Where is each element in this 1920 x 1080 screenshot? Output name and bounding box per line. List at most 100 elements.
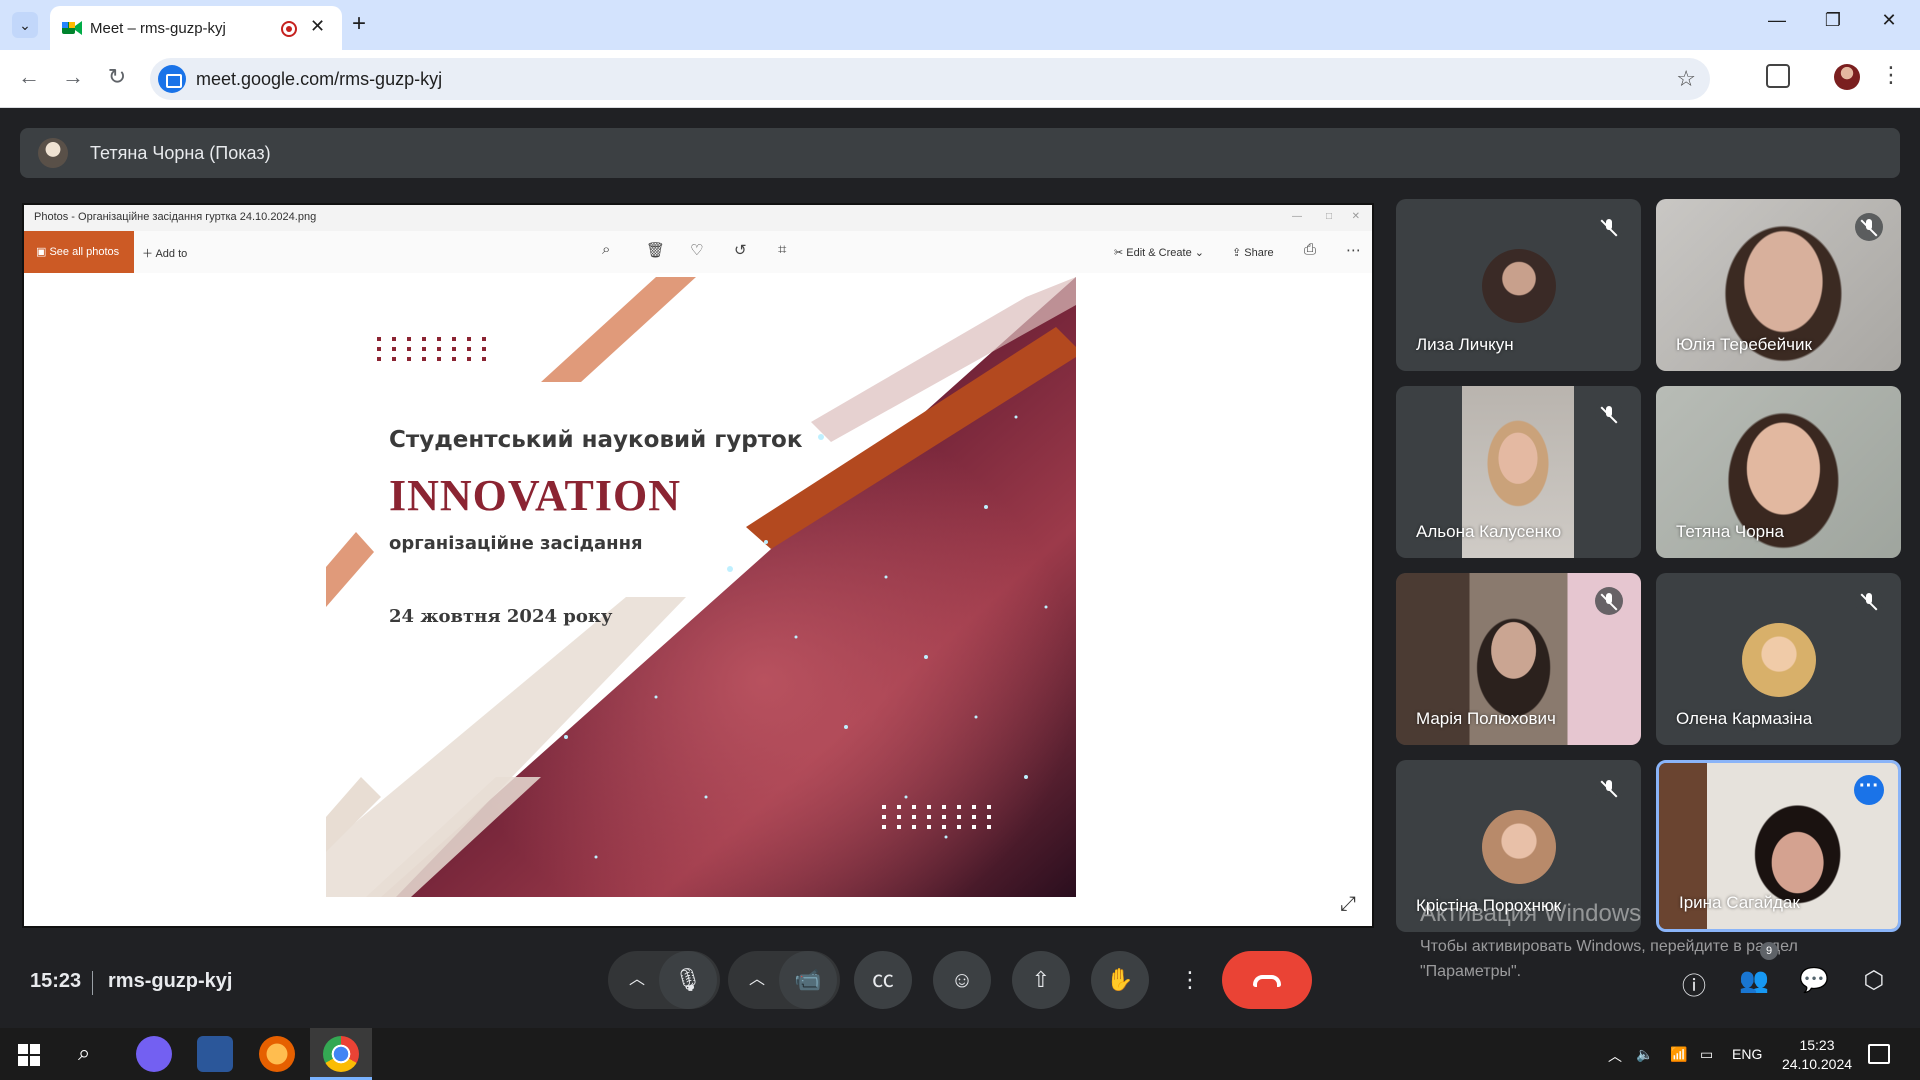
emoji-reactions-button[interactable]: ☺ bbox=[933, 951, 991, 1009]
participant-tile[interactable]: Тетяна Чорна bbox=[1656, 386, 1901, 558]
presenter-label: Тетяна Чорна (Показ) bbox=[90, 143, 271, 163]
meet-favicon-icon bbox=[62, 21, 82, 35]
video-settings-chevron-icon[interactable]: ︿ bbox=[737, 951, 777, 1009]
expand-icon: ⤢ bbox=[1340, 893, 1356, 915]
participant-tile[interactable]: Альона Калусенко bbox=[1396, 386, 1641, 558]
restore-window-button[interactable]: ❐ bbox=[1818, 10, 1848, 31]
peach-stripe-top bbox=[541, 277, 696, 382]
photos-minimize-icon: — bbox=[1292, 211, 1302, 222]
participant-name: Олена Кармазіна bbox=[1676, 709, 1813, 728]
site-info-icon[interactable] bbox=[158, 65, 186, 93]
participant-tile[interactable]: Марія Полюхович bbox=[1396, 573, 1641, 745]
browser-toolbar: ← → ↻ meet.google.com/rms-guzp-kyj ☆ ⋮ bbox=[0, 50, 1920, 108]
present-screen-button[interactable]: ⇧ bbox=[1012, 951, 1070, 1009]
profile-avatar[interactable] bbox=[1834, 64, 1860, 90]
see-all-photos-button: ▣ See all photos bbox=[24, 231, 134, 273]
start-button[interactable] bbox=[18, 1044, 40, 1066]
favorite-heart-icon: ♡ bbox=[690, 242, 704, 259]
add-to-button: ＋ Add to bbox=[142, 248, 188, 260]
search-icon[interactable]: ⌕ bbox=[78, 1040, 90, 1066]
forward-arrow-icon[interactable]: → bbox=[58, 64, 88, 90]
audio-settings-chevron-icon[interactable]: ︿ bbox=[617, 951, 657, 1009]
photos-window-title: Photos - Організаційне засідання гуртка … bbox=[34, 211, 317, 223]
word-app-icon[interactable] bbox=[197, 1036, 233, 1072]
address-bar[interactable]: meet.google.com/rms-guzp-kyj ☆ bbox=[150, 58, 1710, 100]
slide-subtitle: організаційне засідання bbox=[389, 533, 643, 554]
participant-name: Юлія Теребейчик bbox=[1676, 335, 1812, 354]
shared-screen: Photos - Організаційне засідання гуртка … bbox=[22, 203, 1374, 928]
back-arrow-icon[interactable]: ← bbox=[14, 64, 44, 90]
participant-tile[interactable]: Юлія Теребейчик bbox=[1656, 199, 1901, 371]
clock-time: 15:23 bbox=[1799, 1037, 1835, 1053]
participant-name: Лиза Личкун bbox=[1416, 335, 1514, 354]
presenter-bar: Тетяна Чорна (Показ) bbox=[20, 128, 1900, 178]
mic-off-icon bbox=[1595, 213, 1623, 241]
taskbar-clock[interactable]: 15:23 24.10.2024 bbox=[1772, 1036, 1862, 1074]
presentation-slide: Студентський науковий гурток INNOVATION … bbox=[326, 277, 1076, 897]
people-icon[interactable]: 👥 bbox=[1739, 966, 1769, 996]
photos-close-icon: ✕ bbox=[1351, 211, 1360, 222]
leave-call-button[interactable] bbox=[1222, 951, 1312, 1009]
captions-button[interactable]: ㏄ bbox=[854, 951, 912, 1009]
battery-icon[interactable]: ▭ bbox=[1700, 1046, 1713, 1063]
windows-taskbar: ⌕ ︿ 🔈 📶 ▭ ENG 15:23 24.10.2024 bbox=[0, 1028, 1920, 1080]
share-button: ⇪ Share bbox=[1232, 247, 1274, 259]
raise-hand-button[interactable]: ✋ bbox=[1091, 951, 1149, 1009]
slide-heading: Студентський науковий гурток bbox=[389, 427, 803, 453]
activation-watermark-title: Активация Windows bbox=[1420, 900, 1642, 927]
edit-create-label: Edit & Create bbox=[1126, 247, 1192, 259]
minimize-window-button[interactable]: — bbox=[1762, 10, 1792, 31]
tab-search-button[interactable]: ⌄ bbox=[12, 12, 38, 38]
bookmark-star-icon[interactable]: ☆ bbox=[1676, 66, 1696, 92]
viber-app-icon[interactable] bbox=[136, 1036, 172, 1072]
chat-icon[interactable]: 💬 bbox=[1799, 966, 1829, 996]
participant-name: Альона Калусенко bbox=[1416, 522, 1562, 541]
browser-tab-strip: ⌄ Meet – rms-guzp-kyj ✕ + — ❐ ✕ bbox=[0, 0, 1920, 50]
network-icon[interactable]: 📶 bbox=[1670, 1046, 1687, 1063]
participant-name: Ірина Сагайдак bbox=[1679, 893, 1800, 912]
activities-icon[interactable]: ⬡ bbox=[1859, 966, 1889, 996]
people-count-badge: 9 bbox=[1760, 942, 1778, 960]
participant-tile[interactable]: Олена Кармазіна bbox=[1656, 573, 1901, 745]
mic-off-icon bbox=[1855, 213, 1883, 241]
more-options-icon[interactable]: ··· bbox=[1854, 775, 1884, 805]
mic-off-icon bbox=[1595, 400, 1623, 428]
participant-tile-active[interactable]: ··· Ірина Сагайдак bbox=[1656, 760, 1901, 932]
participant-tile[interactable]: Лиза Личкун bbox=[1396, 199, 1641, 371]
crop-icon: ⌗ bbox=[778, 241, 787, 258]
rotate-icon: ↺ bbox=[734, 242, 747, 259]
browser-menu-icon[interactable]: ⋮ bbox=[1880, 62, 1902, 88]
photos-toolbar: ▣ See all photos ＋ Add to ⌕ 🗑 ♡ ↺ ⌗ ✂ Ed… bbox=[24, 231, 1372, 273]
peach-stripe-small bbox=[326, 532, 374, 607]
volume-icon[interactable]: 🔈 bbox=[1636, 1046, 1653, 1063]
browser-tab-meet[interactable]: Meet – rms-guzp-kyj ✕ bbox=[50, 6, 342, 50]
print-icon: ⎙ bbox=[1304, 241, 1317, 258]
tab-title: Meet – rms-guzp-kyj bbox=[90, 20, 226, 37]
notifications-icon[interactable] bbox=[1868, 1044, 1890, 1064]
chrome-taskbar-item[interactable] bbox=[310, 1028, 372, 1080]
close-window-button[interactable]: ✕ bbox=[1874, 10, 1904, 31]
meeting-details-icon[interactable]: ⓘ bbox=[1679, 966, 1709, 1000]
slide-graphics bbox=[326, 277, 1076, 897]
photos-maximize-icon: □ bbox=[1325, 211, 1332, 222]
mic-off-icon bbox=[1595, 774, 1623, 802]
participant-name: Марія Полюхович bbox=[1416, 709, 1556, 728]
see-all-label: See all photos bbox=[49, 246, 120, 258]
camera-button[interactable]: 📹 bbox=[779, 951, 837, 1009]
new-tab-button[interactable]: + bbox=[352, 10, 366, 38]
participant-name: Тетяна Чорна bbox=[1676, 522, 1784, 541]
tray-overflow-icon[interactable]: ︿ bbox=[1608, 1046, 1622, 1066]
reload-icon[interactable]: ↻ bbox=[102, 64, 132, 90]
participant-avatar bbox=[1482, 249, 1556, 323]
more-options-button[interactable]: ⋮ bbox=[1170, 951, 1210, 1009]
microphone-button[interactable]: 🎙 bbox=[659, 951, 717, 1009]
url-text[interactable]: meet.google.com/rms-guzp-kyj bbox=[196, 69, 442, 90]
extensions-icon[interactable] bbox=[1766, 64, 1790, 88]
participant-avatar bbox=[1482, 810, 1556, 884]
share-label: Share bbox=[1244, 247, 1274, 259]
close-tab-icon[interactable]: ✕ bbox=[310, 16, 325, 37]
clock-date: 24.10.2024 bbox=[1781, 1056, 1853, 1072]
mic-off-icon bbox=[1855, 587, 1883, 615]
language-indicator[interactable]: ENG bbox=[1732, 1046, 1762, 1062]
firefox-app-icon[interactable] bbox=[259, 1036, 295, 1072]
